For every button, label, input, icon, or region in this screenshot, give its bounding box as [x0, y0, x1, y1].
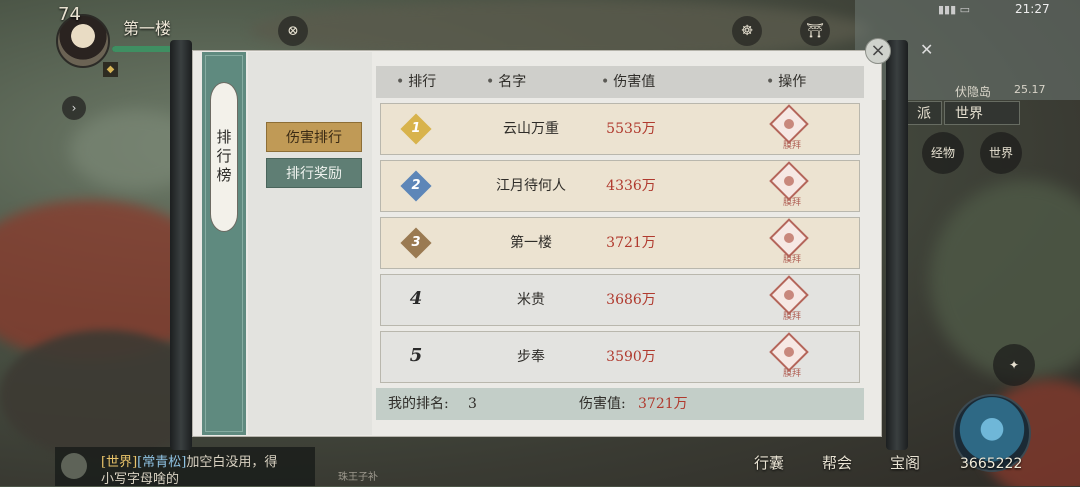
header-rank: • 排行 [396, 74, 437, 90]
header-name: • 名字 [486, 74, 527, 90]
location-name: 伏隐岛 [955, 85, 992, 99]
my-rank-value: 3 [468, 396, 477, 412]
header-damage: • 伤害值 [601, 74, 656, 90]
worship-label[interactable]: 膜拜 [777, 138, 807, 151]
skill-icon[interactable]: ⊗ [278, 16, 308, 46]
guild-button[interactable]: 帮会 [822, 452, 852, 473]
chat-avatar [61, 453, 87, 479]
player-level: 74 [58, 4, 81, 25]
location-coords: 25.17 [1014, 83, 1046, 96]
scroll-rod-left [170, 40, 192, 450]
damage-cell: 4336万 [606, 178, 656, 194]
panel-title: 排行榜 [210, 82, 238, 232]
worship-label[interactable]: 膜拜 [777, 195, 807, 208]
meditate-icon[interactable]: ☸ [732, 16, 762, 46]
my-rank-label: 我的排名: [388, 396, 449, 412]
gate-icon[interactable]: ⛩ [800, 16, 830, 46]
my-ranking-footer: 我的排名: 3 伤害值: 3721万 [376, 388, 864, 420]
treasure-button[interactable]: 宝阁 [890, 452, 920, 473]
damage-cell: 3686万 [606, 292, 656, 308]
player-name-cell[interactable]: 步奉 [471, 332, 591, 382]
chat-message: 加空白没用，得 [186, 455, 278, 470]
rank-number: 5 [409, 345, 423, 366]
chat-line-2: 小写字母啥的 [101, 472, 180, 487]
table-header: • 排行 • 名字 • 伤害值 • 操作 [376, 66, 864, 98]
clock: 21:27 [1015, 2, 1050, 16]
table-row: 5 步奉 3590万 膜拜 [380, 331, 860, 383]
player-name-cell[interactable]: 第一楼 [471, 218, 591, 268]
scroll-rod-right [886, 40, 908, 450]
chat-tag: 珠王子补 [338, 472, 378, 483]
tab-ranking-rewards[interactable]: 排行奖励 [266, 158, 362, 188]
world-chat-button[interactable]: 世界 [944, 101, 1020, 125]
header-action: • 操作 [766, 74, 807, 90]
side-button-1[interactable]: 经物 [922, 132, 964, 174]
rank-number: 3 [411, 235, 421, 250]
worship-label[interactable]: 膜拜 [777, 309, 807, 322]
rank-number: 1 [411, 121, 421, 136]
player-name-cell[interactable]: 江月待何人 [471, 161, 591, 211]
worship-label[interactable]: 膜拜 [777, 366, 807, 379]
player-name-cell[interactable]: 米贵 [471, 275, 591, 325]
table-row: 1 云山万重 5535万 膜拜 [380, 103, 860, 155]
faction-chat-button[interactable]: 派 [906, 101, 942, 125]
tab-column: 伤害排行 排行奖励 [248, 52, 372, 435]
player-name: 第一楼 [123, 19, 172, 38]
worship-label[interactable]: 膜拜 [777, 252, 807, 265]
side-button-2[interactable]: 世界 [980, 132, 1022, 174]
tab-damage-ranking[interactable]: 伤害排行 [266, 122, 362, 152]
rank-number: 4 [409, 288, 423, 309]
inventory-button[interactable]: 行囊 [754, 452, 784, 473]
my-damage-value: 3721万 [638, 396, 688, 412]
player-name-cell[interactable]: 云山万重 [471, 104, 591, 154]
power-value: 3665222 [960, 456, 1023, 472]
table-row: 2 江月待何人 4336万 膜拜 [380, 160, 860, 212]
rank-number: 2 [411, 178, 421, 193]
signal-icon: ▮▮▮ ▭ [938, 3, 971, 16]
damage-cell: 5535万 [606, 121, 656, 137]
chat-box[interactable]: [世界][常青松]加空白没用，得 小写字母啥的 [55, 447, 315, 487]
table-row: 4 米贵 3686万 膜拜 [380, 274, 860, 326]
my-damage-label: 伤害值: [579, 396, 626, 412]
damage-cell: 3590万 [606, 349, 656, 365]
buff-icon[interactable]: ◆ [103, 62, 118, 77]
map-marker-icon: ✕ [920, 40, 934, 59]
damage-cell: 3721万 [606, 235, 656, 251]
chevron-right-icon[interactable]: › [62, 96, 86, 120]
table-row: 3 第一楼 3721万 膜拜 [380, 217, 860, 269]
close-icon[interactable]: × [865, 38, 891, 64]
auto-icon[interactable]: ✦ [993, 344, 1035, 386]
